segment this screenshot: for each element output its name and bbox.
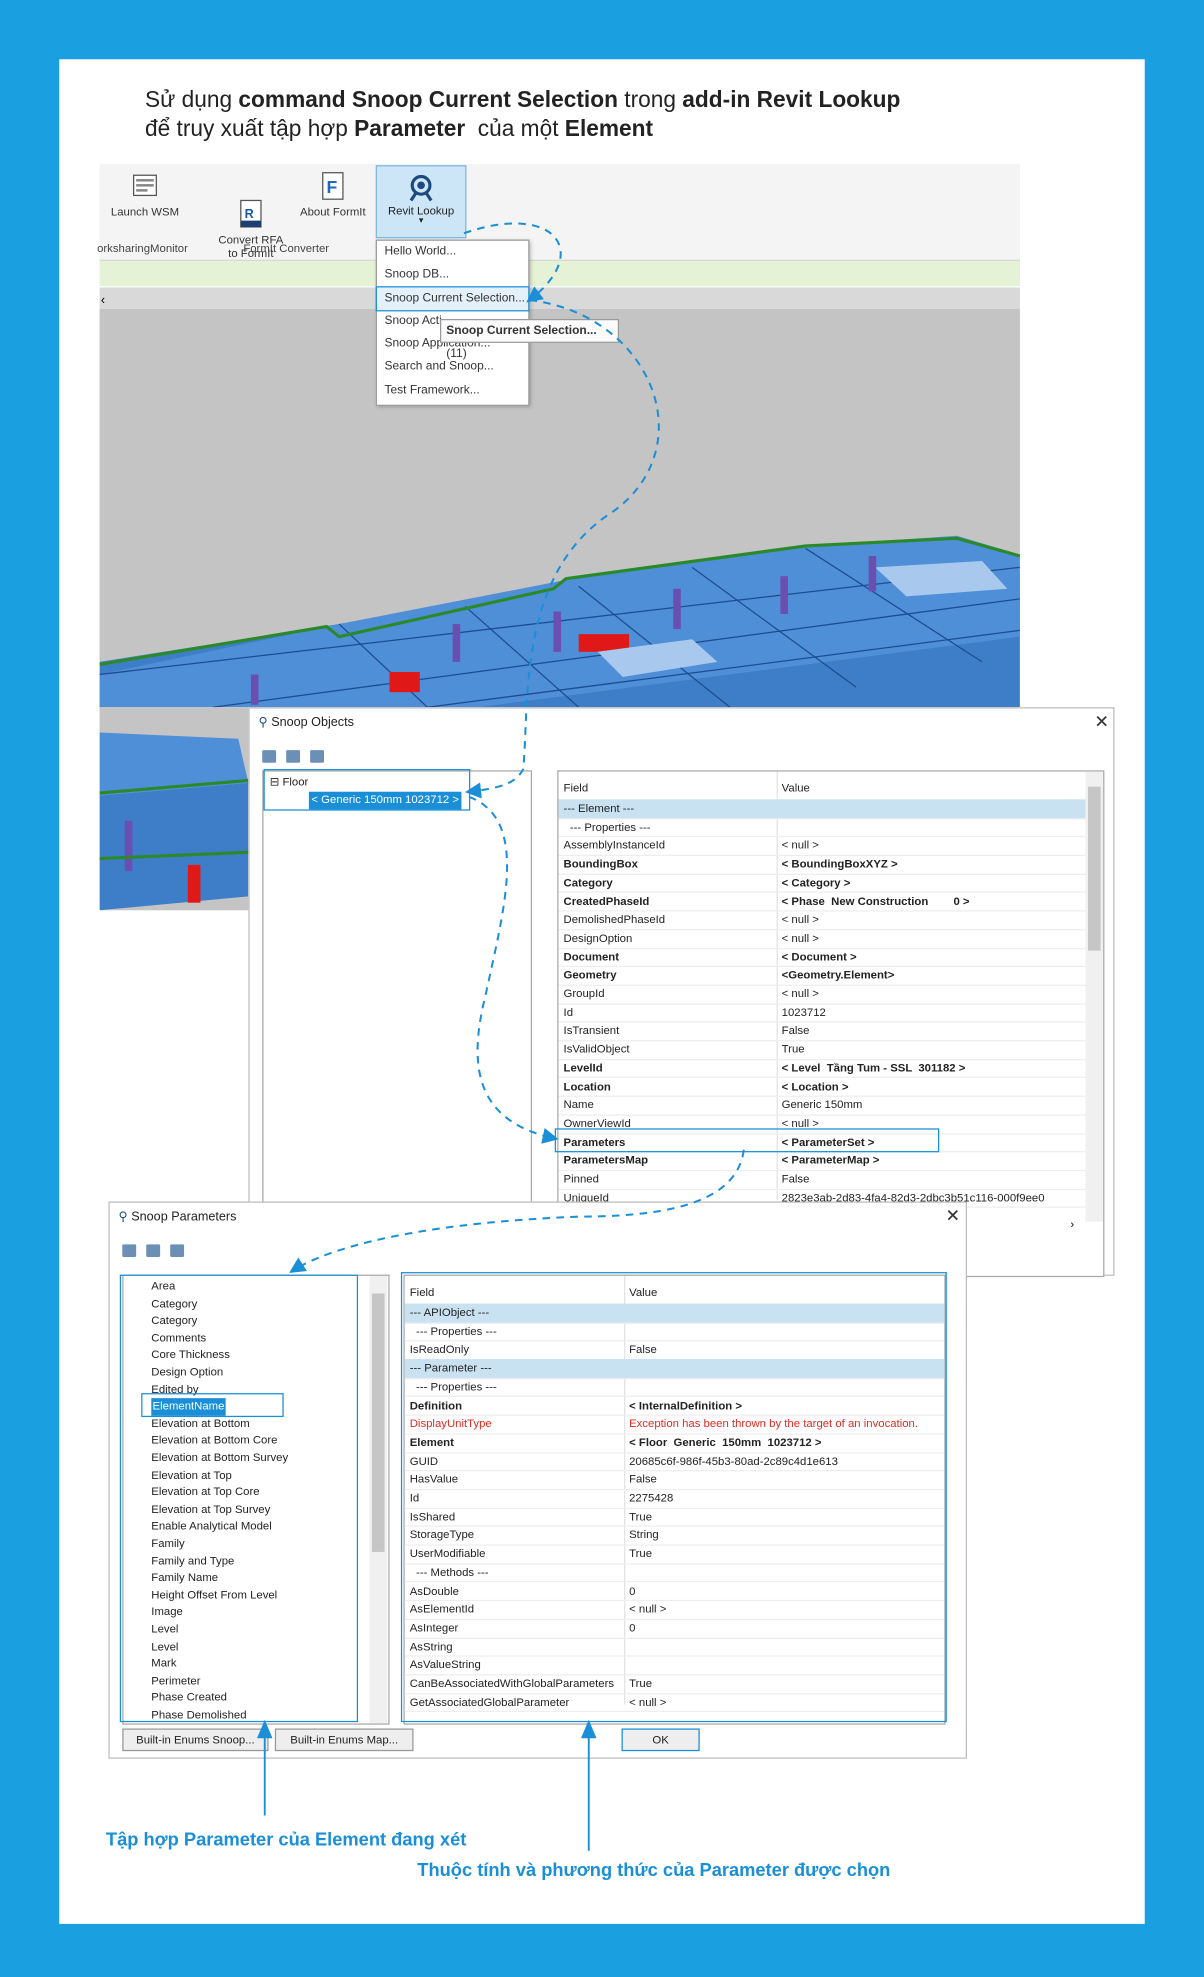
callout-arrows (257, 222, 745, 1851)
caption-parameter-set: Tập hợp Parameter của Element đang xét (105, 1830, 467, 1851)
caption-parameter-members: Thuộc tính và phương thức của Parameter … (417, 1860, 891, 1882)
